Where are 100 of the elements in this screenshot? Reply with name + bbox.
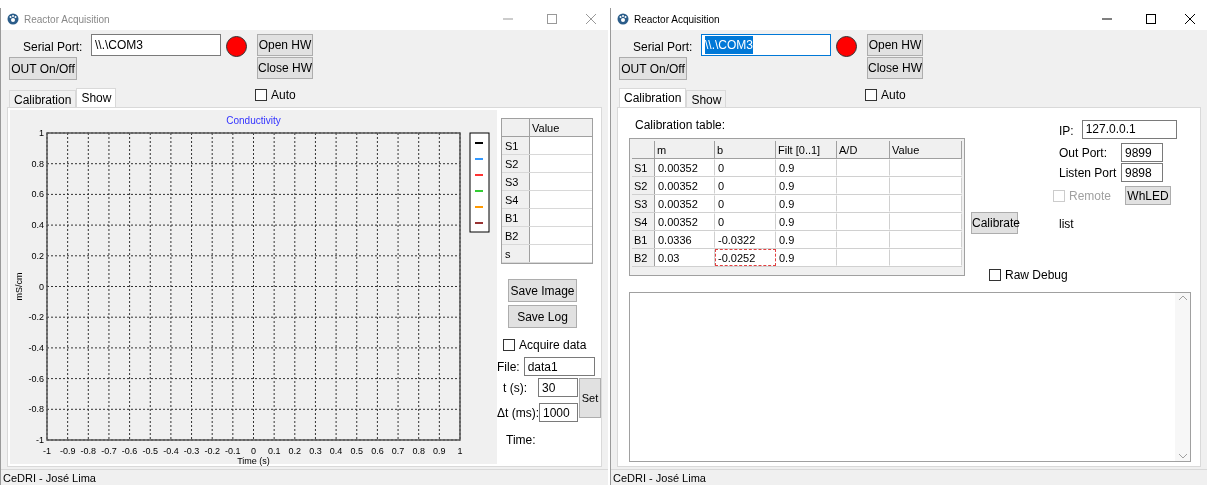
scroll-down-icon[interactable] (1178, 454, 1187, 459)
table-cell: 0.9 (776, 249, 837, 266)
x-tick-label: -0.6 (121, 446, 138, 456)
checkbox[interactable]: Raw Debug (989, 266, 1191, 284)
x-tick-label: -0.3 (183, 446, 200, 456)
x-tick-label: 0.2 (288, 446, 302, 456)
y-tick-label: 0.4 (31, 220, 44, 231)
checkbox[interactable]: Acquire data (503, 336, 601, 354)
x-tick-label: -0.7 (101, 446, 117, 456)
y-tick-label: 0.8 (31, 158, 44, 169)
calibrate-button[interactable]: Calibrate (971, 212, 1018, 234)
text-field[interactable]: 9898 (1121, 163, 1163, 182)
x-tick-label: -0.1 (225, 446, 241, 456)
scrollbar[interactable] (1175, 293, 1190, 461)
save-log-button[interactable]: Save Log (508, 305, 577, 328)
x-tick-label: -0.5 (142, 446, 158, 456)
value-cell (530, 173, 592, 190)
tab[interactable]: Calibration (9, 90, 77, 107)
row-header: S3 (502, 173, 530, 190)
x-axis-label: Time (s) (237, 456, 270, 466)
window-title: Reactor Acquisition (634, 12, 720, 27)
x-tick-label: -0.2 (204, 446, 220, 456)
text-field[interactable]: 1000 (539, 403, 578, 422)
save-image-button[interactable]: Save Image (508, 279, 577, 302)
table-cell: 0.0336 (655, 231, 715, 248)
text-field[interactable]: data1 (523, 357, 595, 376)
out-toggle-button[interactable]: OUT On/Off (619, 57, 687, 80)
table-cell: 0 (715, 159, 776, 176)
text-field[interactable]: 127.0.0.1 (1081, 119, 1177, 139)
x-tick-label: 0.6 (371, 446, 384, 456)
value-cell (530, 245, 592, 262)
value-cell (530, 155, 592, 172)
list-label: list (1059, 216, 1075, 233)
serial-port-label: Serial Port: (22, 39, 84, 56)
table-cell: -0.0322 (715, 231, 776, 248)
y-tick-label: -0.6 (28, 373, 44, 384)
y-tick-label: -0.4 (28, 342, 44, 353)
tab[interactable]: Show (76, 88, 117, 107)
duration-label: t (s): (502, 379, 527, 397)
tab[interactable]: Show (686, 90, 727, 107)
app-icon (617, 13, 629, 25)
value-cell (530, 227, 592, 244)
column-header: Value (531, 121, 561, 136)
x-tick-label: -1 (43, 446, 51, 456)
text-field[interactable]: 9899 (1121, 143, 1163, 162)
tab[interactable]: Calibration (619, 88, 687, 107)
y-tick-label: -0.8 (28, 404, 44, 415)
x-tick-label: -0.9 (59, 446, 76, 456)
x-tick-label: 0.1 (267, 446, 281, 456)
table-cell: 0.00352 (655, 213, 715, 230)
value-cell (530, 209, 592, 226)
listen-port-label: Listen Port (1059, 164, 1118, 182)
table-cell: 0.9 (776, 177, 837, 194)
x-tick-label: -0.8 (80, 446, 97, 456)
table-cell: 0.9 (776, 159, 837, 176)
x-tick-label: 0.4 (329, 446, 343, 456)
y-tick-label: 0.6 (31, 189, 44, 200)
x-tick-label: 0.3 (309, 446, 322, 456)
table-cell: 0.9 (776, 195, 837, 212)
value-cell (530, 191, 592, 208)
row-header: B2 (502, 227, 530, 244)
time-label: Time: (505, 432, 537, 449)
table-cell: 0.9 (776, 213, 837, 230)
table-cell: 0.00352 (655, 177, 715, 194)
table-cell: 0.00352 (655, 159, 715, 176)
close-hw-button[interactable]: Close HW (867, 57, 923, 79)
close-icon[interactable] (1185, 14, 1195, 24)
x-tick-label: 1 (457, 446, 463, 456)
checkbox[interactable]: Auto (255, 86, 296, 104)
text-field[interactable]: 30 (538, 378, 578, 397)
table-cell: 0.9 (776, 231, 837, 248)
maximize-icon[interactable] (1146, 14, 1156, 24)
x-tick-label: 0.9 (433, 446, 446, 456)
close-hw-button[interactable]: Close HW (257, 57, 313, 79)
row-header: B1 (502, 209, 530, 226)
y-tick-label: 0 (39, 281, 44, 292)
x-tick-label: 0.8 (412, 446, 425, 456)
whled-button[interactable]: WhLED (1125, 186, 1172, 205)
text-field[interactable]: \\.\COM3 (91, 34, 221, 56)
column-header: Value (890, 141, 962, 158)
x-tick-label: -0.4 (163, 446, 179, 456)
set-button[interactable]: Set (579, 378, 601, 418)
open-hw-button[interactable]: Open HW (257, 34, 313, 56)
ip-label: IP: (1059, 123, 1074, 140)
checkbox[interactable]: Auto (865, 86, 906, 104)
table-cell: 0 (715, 177, 776, 194)
scroll-up-icon[interactable] (1178, 295, 1187, 300)
out-port-label: Out Port: (1059, 144, 1109, 162)
calibration-table-title: Calibration table: (635, 117, 726, 134)
out-toggle-button[interactable]: OUT On/Off (9, 57, 77, 80)
column-header: b (715, 141, 776, 158)
open-hw-button[interactable]: Open HW (867, 34, 923, 56)
table-cell: 0 (715, 213, 776, 230)
y-axis-label: mS/cm (14, 272, 24, 301)
y-tick-label: -1 (36, 435, 44, 445)
y-tick-label: 0.2 (31, 250, 44, 261)
row-header: S2 (502, 155, 530, 172)
serial-port-label: Serial Port: (632, 39, 694, 56)
column-header: Filt [0..1] (776, 141, 837, 158)
text-field[interactable]: \\.\COM3 (701, 34, 831, 56)
